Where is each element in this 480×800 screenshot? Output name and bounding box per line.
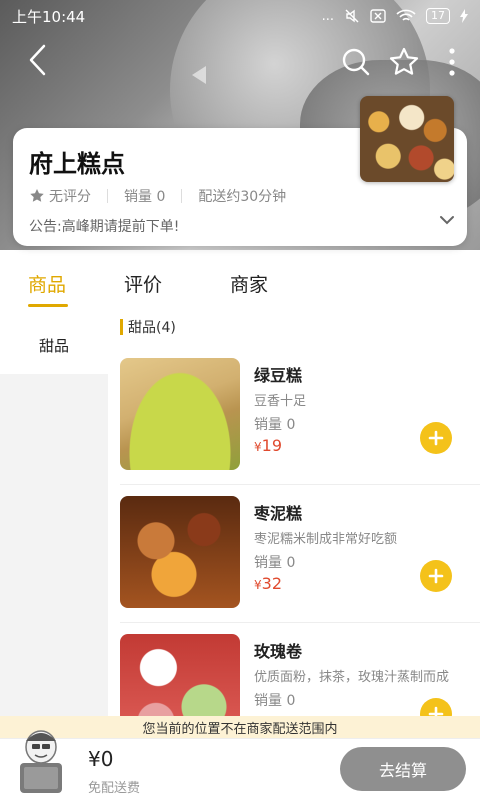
- tab-products[interactable]: 商品: [28, 270, 66, 297]
- plus-icon: [428, 706, 444, 716]
- product-name: 绿豆糕: [254, 366, 303, 385]
- more-button[interactable]: [432, 42, 472, 82]
- shop-delivery-time: 配送约30分钟: [198, 189, 287, 205]
- add-to-cart-button[interactable]: [420, 422, 452, 454]
- cart-bar: ¥0 免配送费 去结算: [0, 730, 480, 800]
- sidebar-item-desserts[interactable]: 甜品: [0, 316, 108, 374]
- search-button[interactable]: [336, 42, 376, 82]
- category-header: 甜品(4): [120, 316, 176, 338]
- product-item[interactable]: 绿豆糕 豆香十足 销量 0 ¥19: [120, 358, 480, 470]
- back-icon: [29, 44, 46, 76]
- more-icon: [449, 48, 455, 76]
- product-desc: 枣泥糯米制成非常好吃额: [254, 532, 398, 547]
- product-image: [120, 634, 240, 716]
- product-name: 玫瑰卷: [254, 642, 303, 661]
- checkout-button[interactable]: 去结算: [340, 747, 466, 791]
- plus-icon: [428, 430, 444, 446]
- mute-icon: [345, 9, 359, 23]
- product-price: ¥19: [254, 436, 282, 455]
- product-image: [120, 496, 240, 608]
- battery-level: 17: [426, 8, 450, 24]
- signal-icon: ...: [321, 8, 334, 24]
- product-price: ¥32: [254, 574, 282, 593]
- divider: [120, 484, 480, 485]
- delivery-fee: 免配送费: [88, 781, 141, 796]
- shop-sales: 销量 0: [124, 189, 166, 205]
- add-to-cart-button[interactable]: [420, 698, 452, 716]
- active-tab-indicator: [28, 304, 68, 307]
- product-item[interactable]: 玫瑰卷 优质面粉，抹茶，玫瑰汁蒸制而成 销量 0: [120, 634, 480, 716]
- shop-notice: 公告:高峰期请提前下单!: [29, 219, 180, 235]
- star-icon: [30, 189, 44, 202]
- product-sales: 销量 0: [254, 693, 296, 709]
- shop-tabs: 商品 评价 商家: [0, 270, 480, 307]
- product-image: [120, 358, 240, 470]
- search-icon: [342, 48, 370, 76]
- favorite-button[interactable]: [384, 42, 424, 82]
- product-name: 枣泥糕: [254, 504, 303, 523]
- product-item[interactable]: 枣泥糕 枣泥糯米制成非常好吃额 销量 0 ¥32: [120, 496, 480, 608]
- tab-reviews[interactable]: 评价: [124, 270, 162, 297]
- star-outline-icon: [389, 47, 419, 75]
- chevron-down-icon[interactable]: [439, 214, 455, 226]
- wifi-icon: [396, 9, 416, 21]
- product-desc: 优质面粉，抹茶，玫瑰汁蒸制而成: [254, 670, 450, 685]
- cart-button[interactable]: [6, 717, 76, 797]
- divider: [120, 622, 480, 623]
- shop-name: 府上糕点: [29, 150, 125, 178]
- charging-icon: [460, 9, 468, 23]
- tab-merchant[interactable]: 商家: [230, 270, 268, 297]
- back-button[interactable]: [18, 40, 58, 80]
- add-to-cart-button[interactable]: [420, 560, 452, 592]
- product-sales: 销量 0: [254, 555, 296, 571]
- shop-logo-image: [360, 96, 454, 182]
- status-time: 上午10:44: [12, 7, 86, 26]
- shop-rating: 无评分: [49, 189, 91, 205]
- product-desc: 豆香十足: [254, 394, 307, 409]
- category-title: 甜品(4): [128, 320, 176, 336]
- plus-icon: [428, 568, 444, 584]
- category-sidebar: 甜品: [0, 316, 108, 716]
- shop-meta: 无评分 销量 0 配送约30分钟: [29, 186, 286, 206]
- cart-mascot-icon: [20, 730, 62, 793]
- cart-total: ¥0: [88, 747, 114, 771]
- status-bar: 上午10:44 ... 17: [0, 0, 480, 32]
- sim-icon: [370, 9, 386, 23]
- product-sales: 销量 0: [254, 417, 296, 433]
